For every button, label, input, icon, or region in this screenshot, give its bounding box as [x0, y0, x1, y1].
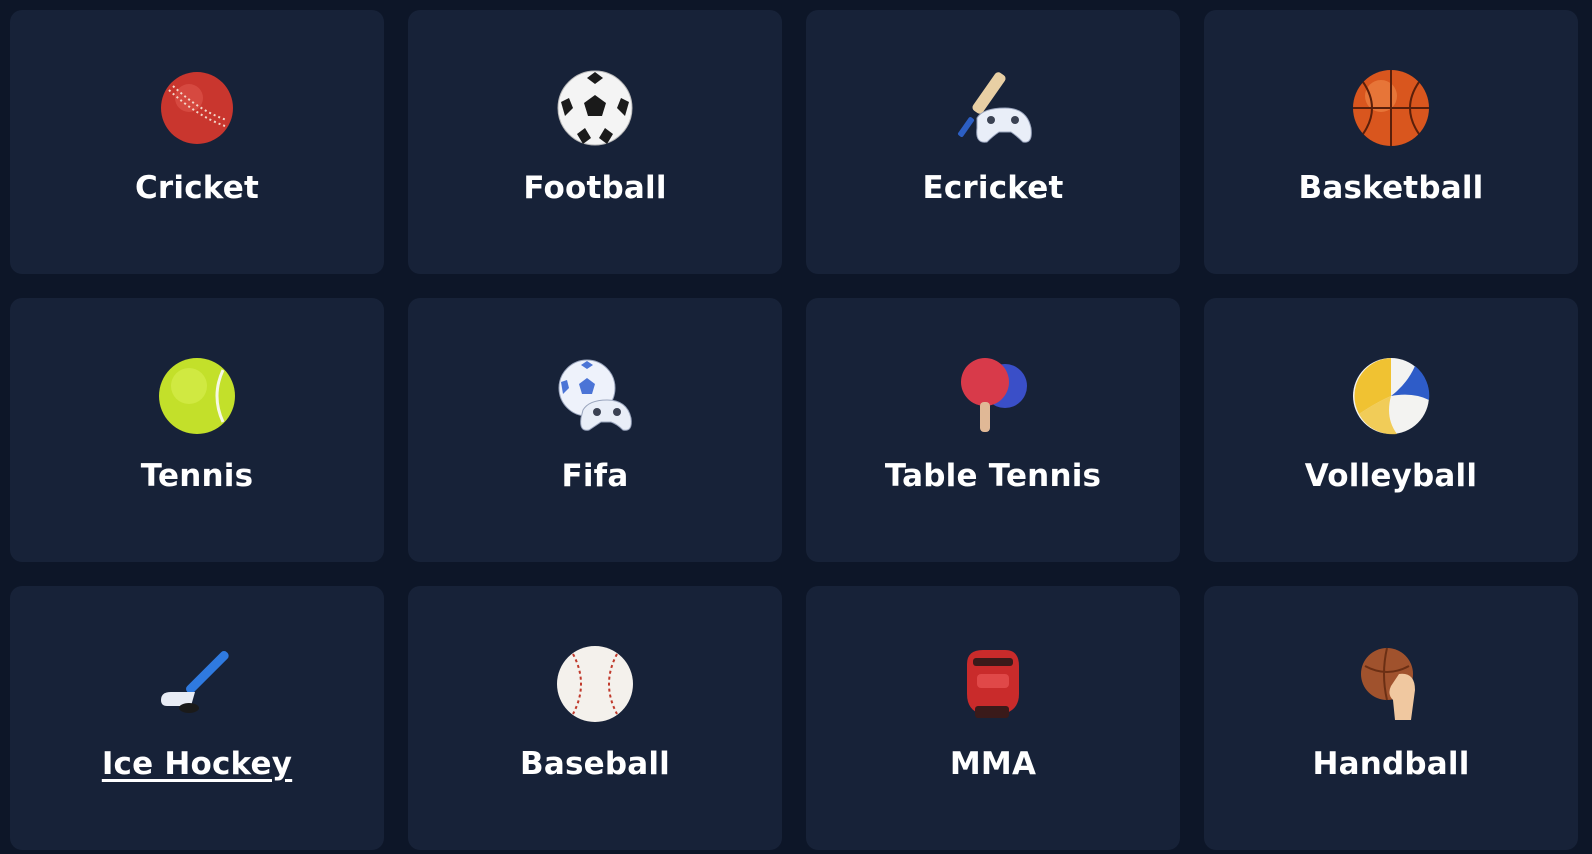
- volleyball-icon: [1351, 356, 1431, 436]
- sport-card-ecricket[interactable]: Ecricket: [806, 10, 1180, 274]
- sport-label: Tennis: [140, 458, 254, 494]
- sport-card-baseball[interactable]: Baseball: [408, 586, 782, 850]
- sport-label: Fifa: [561, 458, 629, 494]
- sport-label: Basketball: [1298, 170, 1484, 206]
- sport-label: Ecricket: [922, 170, 1064, 206]
- sport-card-volleyball[interactable]: Volleyball: [1204, 298, 1578, 562]
- soccer-ball-gamepad-icon: [555, 356, 635, 436]
- sport-label: Handball: [1312, 746, 1470, 782]
- cricket-ball-icon: [157, 68, 237, 148]
- sport-card-basketball[interactable]: Basketball: [1204, 10, 1578, 274]
- sport-card-mma[interactable]: MMA: [806, 586, 1180, 850]
- sport-label: Ice Hockey: [101, 746, 293, 782]
- sport-card-cricket[interactable]: Cricket: [10, 10, 384, 274]
- sport-card-handball[interactable]: Handball: [1204, 586, 1578, 850]
- sport-card-fifa[interactable]: Fifa: [408, 298, 782, 562]
- sport-label: Cricket: [134, 170, 260, 206]
- soccer-ball-icon: [555, 68, 635, 148]
- sports-grid: Cricket Football Ecricket Basketball Ten…: [10, 10, 1578, 850]
- sport-label: Football: [523, 170, 667, 206]
- hockey-stick-icon: [157, 644, 237, 724]
- handball-icon: [1351, 644, 1431, 724]
- basketball-icon: [1351, 68, 1431, 148]
- sport-card-ice-hockey[interactable]: Ice Hockey: [10, 586, 384, 850]
- sport-card-table-tennis[interactable]: Table Tennis: [806, 298, 1180, 562]
- sport-label: Baseball: [520, 746, 670, 782]
- sport-label: MMA: [949, 746, 1037, 782]
- table-tennis-paddle-icon: [953, 356, 1033, 436]
- mma-glove-icon: [953, 644, 1033, 724]
- cricket-bat-gamepad-icon: [953, 68, 1033, 148]
- tennis-ball-icon: [157, 356, 237, 436]
- sport-card-tennis[interactable]: Tennis: [10, 298, 384, 562]
- sport-label: Volleyball: [1304, 458, 1478, 494]
- sport-label: Table Tennis: [884, 458, 1102, 494]
- sport-card-football[interactable]: Football: [408, 10, 782, 274]
- baseball-icon: [555, 644, 635, 724]
